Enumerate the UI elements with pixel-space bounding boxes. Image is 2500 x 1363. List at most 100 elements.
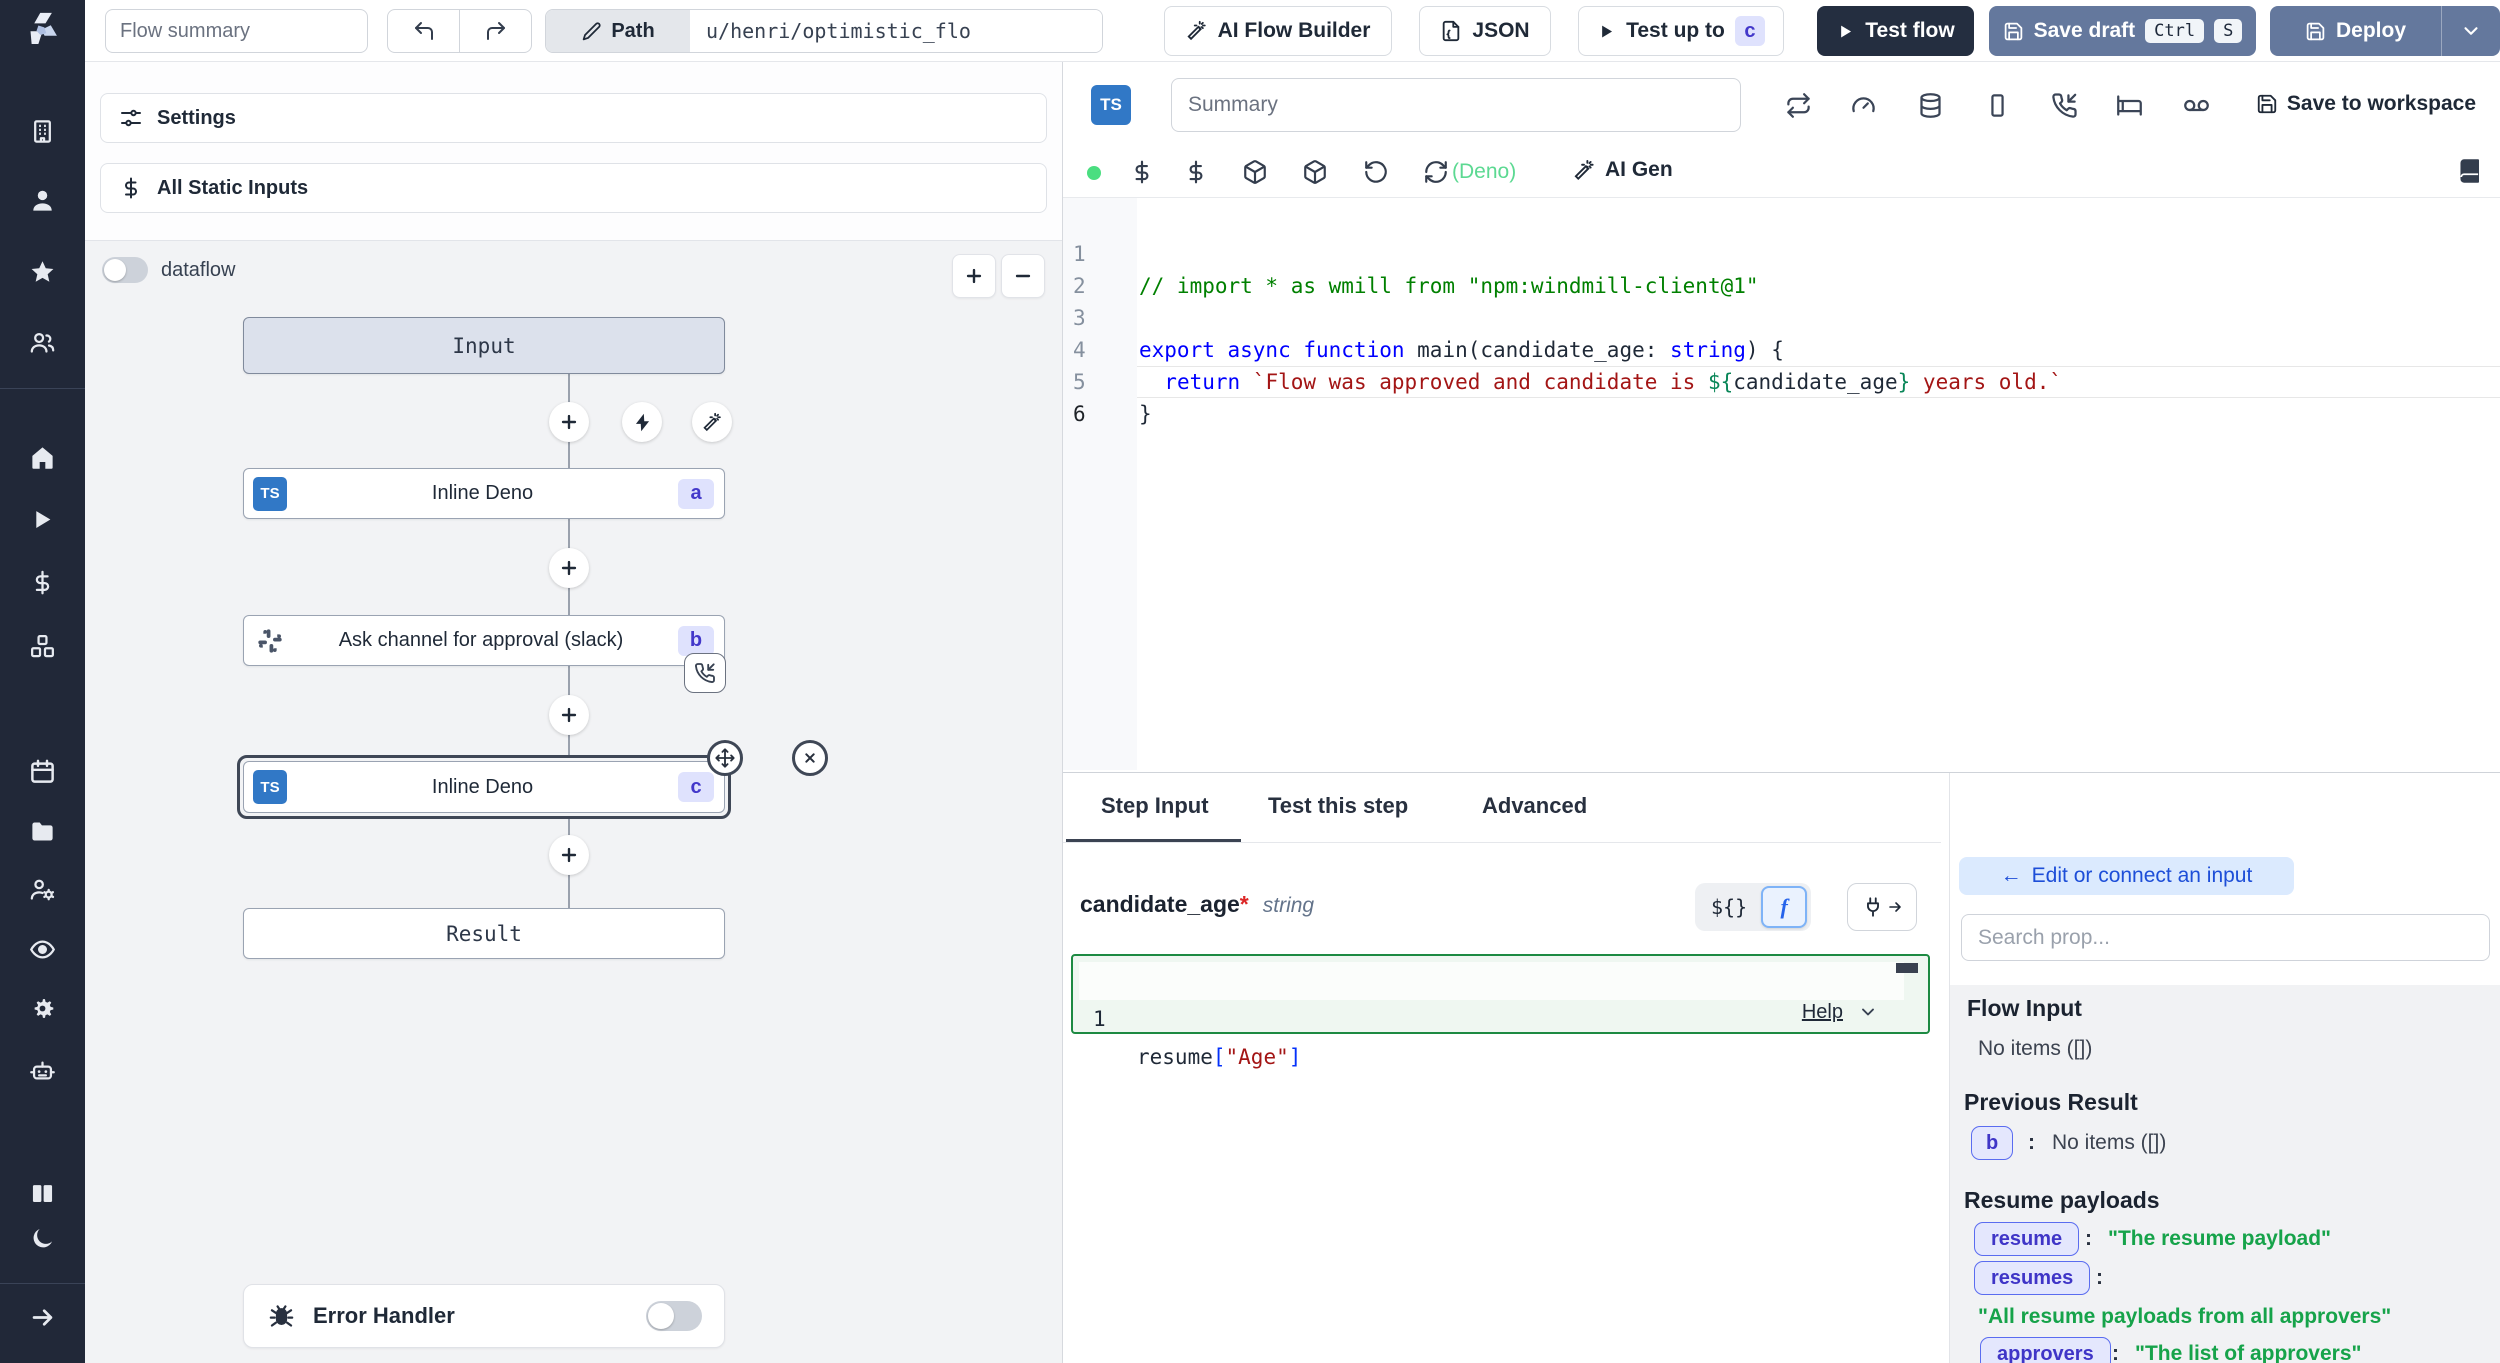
insert-ai-step-button[interactable]: [692, 402, 732, 442]
audit-eye-icon[interactable]: [29, 936, 56, 963]
node-a-id-badge: a: [678, 479, 714, 509]
delete-node-button[interactable]: [792, 740, 828, 776]
tab-advanced[interactable]: Advanced: [1482, 793, 1587, 819]
sleep-bed-icon[interactable]: [2116, 92, 2143, 119]
early-stop-icon[interactable]: [1984, 92, 2011, 119]
code-editor[interactable]: 1 // import * as wmill from "npm:windmil…: [1063, 198, 2500, 770]
ai-bot-icon[interactable]: [29, 1057, 56, 1084]
prev-result-key-badge[interactable]: b: [1971, 1126, 2013, 1160]
groups-users-icon[interactable]: [29, 329, 56, 356]
test-flow-button[interactable]: Test flow: [1817, 6, 1974, 56]
schedules-calendar-icon[interactable]: [29, 758, 56, 785]
concurrency-gauge-icon[interactable]: [1850, 92, 1877, 119]
chevron-down-icon[interactable]: [1858, 1002, 1878, 1022]
variables-dollar-icon[interactable]: [1129, 159, 1155, 185]
save-to-workspace-button[interactable]: Save to workspace: [2256, 92, 2476, 116]
insert-trigger-button[interactable]: [622, 402, 662, 442]
flow-node-c[interactable]: TS Inline Deno c: [243, 761, 725, 813]
retry-repeat-icon[interactable]: [1785, 92, 1812, 119]
user-icon[interactable]: [29, 187, 56, 214]
json-label: JSON: [1472, 19, 1529, 43]
plus-icon: [963, 265, 985, 287]
resources-boxes-icon[interactable]: [29, 633, 56, 660]
save-icon: [2256, 93, 2278, 115]
folders-icon[interactable]: [29, 818, 56, 845]
flow-summary-input[interactable]: [105, 9, 368, 53]
settings-label: Settings: [157, 107, 236, 130]
error-handler-toggle[interactable]: [646, 1301, 702, 1331]
edit-or-connect-back-link[interactable]: ← Edit or connect an input: [1959, 857, 2294, 895]
connect-input-plug-button[interactable]: [1847, 883, 1917, 931]
insert-step-button[interactable]: [549, 548, 589, 588]
zoom-out-button[interactable]: [1001, 254, 1045, 298]
static-template-mode-button[interactable]: ${}: [1699, 895, 1759, 919]
move-node-handle[interactable]: [707, 740, 743, 776]
typescript-badge: TS: [1091, 85, 1131, 125]
ai-flow-builder-button[interactable]: AI Flow Builder: [1164, 6, 1392, 56]
flow-node-a[interactable]: TS Inline Deno a: [243, 468, 725, 519]
docs-books-icon[interactable]: [29, 1180, 56, 1207]
ai-gen-button[interactable]: AI Gen: [1573, 158, 1673, 182]
save-draft-button[interactable]: Save draft Ctrl S: [1989, 6, 2256, 56]
redo-button[interactable]: [459, 10, 531, 52]
test-up-to-button[interactable]: Test up to c: [1578, 6, 1784, 56]
step-summary-input[interactable]: [1171, 78, 1741, 132]
search-prop-input[interactable]: [1961, 914, 2490, 961]
mock-voicemail-icon[interactable]: [2183, 92, 2210, 119]
approvers-key-badge[interactable]: approvers: [1980, 1337, 2111, 1363]
json-button[interactable]: JSON: [1419, 6, 1551, 56]
flow-result-node[interactable]: Result: [243, 908, 725, 959]
input-mode-segmented-control: ${} f: [1695, 883, 1811, 931]
flow-graph-canvas[interactable]: dataflow Input TS Inline Deno: [85, 240, 1062, 1363]
tab-step-input[interactable]: Step Input: [1101, 793, 1209, 819]
reload-refresh-icon[interactable]: [1423, 159, 1449, 185]
home-icon[interactable]: [29, 444, 56, 471]
path-button[interactable]: Path: [546, 10, 690, 52]
insert-step-button[interactable]: [549, 835, 589, 875]
error-handler-bar[interactable]: Error Handler: [243, 1284, 725, 1348]
save-icon: [2003, 21, 2024, 42]
reset-rotate-ccw-icon[interactable]: [1363, 159, 1389, 185]
insert-step-button[interactable]: [549, 695, 589, 735]
save-to-workspace-label: Save to workspace: [2287, 92, 2476, 116]
zoom-in-button[interactable]: [952, 254, 996, 298]
edit-or-connect-label: Edit or connect an input: [2032, 864, 2253, 888]
runs-play-icon[interactable]: [29, 506, 56, 533]
tab-test-this-step[interactable]: Test this step: [1268, 793, 1408, 819]
result-node-label: Result: [446, 922, 522, 946]
flow-node-c-selected[interactable]: TS Inline Deno c: [237, 755, 731, 819]
settings-gear-icon[interactable]: [29, 995, 56, 1022]
expand-sidebar-arrow-icon[interactable]: [29, 1304, 56, 1331]
all-static-inputs-bar[interactable]: All Static Inputs: [100, 163, 1047, 213]
workspace-building-icon[interactable]: [29, 118, 56, 145]
expression-editor[interactable]: 1 resume["Age"] Help: [1071, 954, 1930, 1034]
suspend-phone-icon[interactable]: [2051, 92, 2078, 119]
flow-settings-bar[interactable]: Settings: [100, 93, 1047, 143]
variables-dollar-icon[interactable]: [29, 569, 56, 596]
deploy-menu-button[interactable]: [2442, 20, 2500, 42]
cache-database-icon[interactable]: [1917, 92, 1944, 119]
groups-settings-icon[interactable]: [29, 876, 56, 903]
javascript-expr-mode-button[interactable]: f: [1761, 886, 1807, 928]
chevron-down-icon: [2460, 20, 2482, 42]
tabs-border: [1063, 842, 1941, 843]
windmill-logo-icon[interactable]: [20, 8, 65, 53]
package-icon[interactable]: [1242, 159, 1268, 185]
undo-button[interactable]: [388, 10, 459, 52]
play-icon: [1836, 22, 1855, 41]
resumes-key-badge[interactable]: resumes: [1974, 1261, 2090, 1295]
dark-mode-moon-icon[interactable]: [29, 1225, 56, 1252]
deploy-button[interactable]: Deploy: [2270, 6, 2500, 56]
library-book-icon[interactable]: [2457, 158, 2483, 184]
dataflow-toggle[interactable]: [102, 257, 148, 283]
resources-dollar-icon[interactable]: [1183, 159, 1209, 185]
flow-input-node[interactable]: Input: [243, 317, 725, 374]
insert-step-button[interactable]: [549, 402, 589, 442]
suspend-approval-phone-icon[interactable]: [684, 653, 726, 693]
field-header: candidate_age*string: [1080, 891, 1314, 918]
flow-node-b[interactable]: Ask channel for approval (slack) b: [243, 615, 725, 666]
resume-key-badge[interactable]: resume: [1974, 1222, 2079, 1256]
favorites-star-icon[interactable]: [29, 259, 56, 286]
package-icon[interactable]: [1302, 159, 1328, 185]
help-link[interactable]: Help: [1802, 1001, 1843, 1024]
